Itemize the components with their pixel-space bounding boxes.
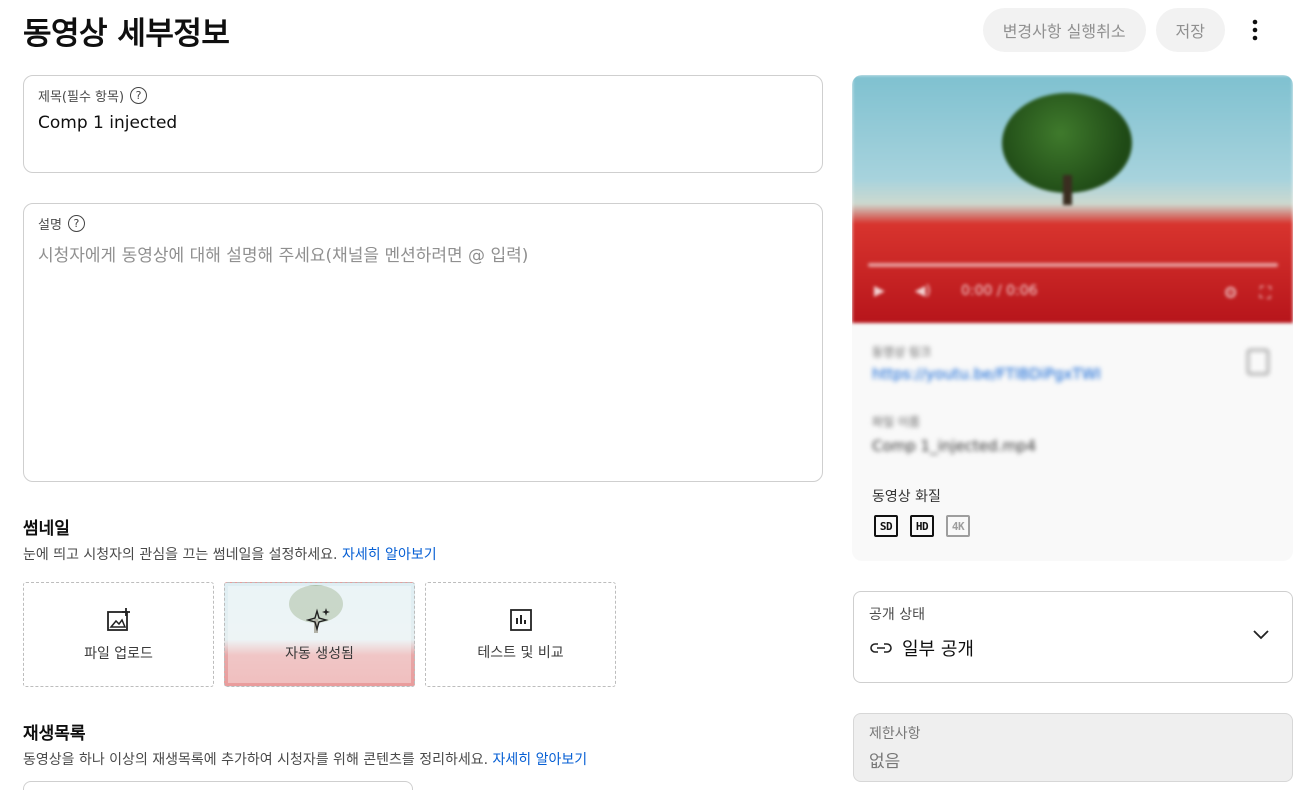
video-quality-badges: SD HD 4K [874,515,970,537]
video-info-panel: ▶ ◀) 0:00 / 0:06 ⚙ ⛶ 동영상 링크 https://yout… [852,75,1293,561]
playlist-select[interactable] [23,781,413,790]
description-field[interactable]: 설명 ? 시청자에게 동영상에 대해 설명해 주세요(채널을 멘션하려면 @ 입… [23,203,823,482]
title-input[interactable]: Comp 1 injected [38,113,177,133]
thumbnail-learn-more-link[interactable]: 자세히 알아보기 [342,547,437,563]
quality-hd-badge: HD [910,515,934,537]
playlist-desc: 동영상을 하나 이상의 재생목록에 추가하여 시청자를 위해 콘텐츠를 정리하세… [23,752,588,768]
bar-chart-icon [509,608,532,631]
visibility-value: 일부 공개 [870,635,974,661]
description-input[interactable]: 시청자에게 동영상에 대해 설명해 주세요(채널을 멘션하려면 @ 입력) [38,241,528,266]
visibility-dropdown[interactable]: 공개 상태 일부 공개 [853,591,1293,683]
more-vert-icon [1252,19,1258,41]
thumbnail-test-compare[interactable]: 테스트 및 비교 [425,582,616,687]
page-title: 동영상 세부정보 [23,16,230,52]
file-name: Comp 1_injected.mp4 [872,437,1036,455]
volume-icon[interactable]: ◀) [915,283,931,299]
help-icon[interactable]: ? [130,87,148,104]
title-label: 제목(필수 항목) ? [38,86,148,105]
restrictions-value: 없음 [869,752,901,772]
thumbnail-auto-generated[interactable]: 자동 생성됨 [224,582,415,687]
settings-icon[interactable]: ⚙ [1223,283,1237,303]
visibility-label: 공개 상태 [869,607,925,623]
quality-sd-badge: SD [874,515,898,537]
description-label: 설명 ? [38,214,85,233]
thumbnail-desc: 눈에 띄고 시청자의 관심을 끄는 썸네일을 설정하세요. 자세히 알아보기 [23,547,437,563]
thumbnail-upload-label: 파일 업로드 [84,645,153,662]
more-options-button[interactable] [1235,10,1275,50]
play-icon[interactable]: ▶ [874,283,885,299]
playlist-learn-more-link[interactable]: 자세히 알아보기 [493,752,588,768]
playlist-title: 재생목록 [23,724,86,744]
image-add-icon [106,607,130,631]
video-link-label: 동영상 링크 [872,345,932,359]
thumbnail-upload-file[interactable]: 파일 업로드 [23,582,214,687]
undo-changes-button[interactable]: 변경사항 실행취소 [982,8,1146,52]
chevron-down-icon [1253,630,1269,640]
link-icon [870,643,892,653]
video-progress-bar[interactable] [868,263,1278,267]
save-button[interactable]: 저장 [1155,8,1225,52]
video-player[interactable]: ▶ ◀) 0:00 / 0:06 ⚙ ⛶ [852,75,1293,323]
restrictions-label: 제한사항 [869,726,921,742]
copy-icon[interactable] [1247,349,1269,375]
title-field[interactable]: 제목(필수 항목) ? Comp 1 injected [23,75,823,173]
header-actions: 변경사항 실행취소 저장 [982,8,1275,52]
video-quality-label: 동영상 화질 [872,489,941,505]
thumbnail-auto-label: 자동 생성됨 [285,645,354,662]
thumbnail-title: 썸네일 [23,519,70,539]
video-link[interactable]: https://youtu.be/FTlBDiPgxTWI [872,365,1101,383]
fullscreen-icon[interactable]: ⛶ [1260,283,1271,303]
video-time: 0:00 / 0:06 [961,283,1038,299]
restrictions-box: 제한사항 없음 [853,713,1293,782]
quality-4k-badge: 4K [946,515,970,537]
file-name-label: 파일 이름 [872,415,920,429]
help-icon[interactable]: ? [67,215,85,232]
thumbnail-test-label: 테스트 및 비교 [477,644,564,661]
sparkle-icon [306,607,331,632]
